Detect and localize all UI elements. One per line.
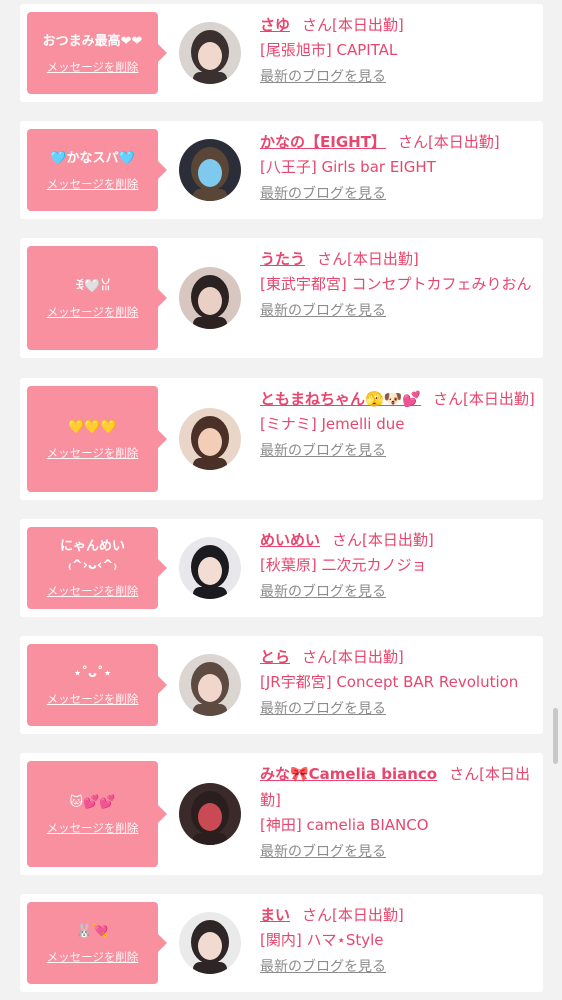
cast-name-link[interactable]: みな🎀Camelia bianco — [260, 765, 437, 783]
message-bubble: ꉂ🤍ꈍ メッセージを削除 — [27, 246, 167, 350]
work-status: さん[本日出勤] — [397, 133, 500, 151]
message-bubble: おつまみ最高❤❤ メッセージを削除 — [27, 12, 167, 94]
work-status: さん[本日出勤] — [332, 531, 434, 549]
message-bubble: ⋆˚ᴗ˚⋆ メッセージを削除 — [27, 644, 167, 726]
message-text: 🐰💘 — [76, 923, 109, 939]
message-card: 🩵かなスパ🩵 メッセージを削除 かなの【EIGHT】 さん[本日出勤] [八王子]… — [20, 121, 543, 219]
message-card: おつまみ最高❤❤ メッセージを削除 さゆ さん[本日出勤] [尾張旭市] CAPI… — [20, 4, 543, 102]
message-card: にゃんめい ₍^›ᴗ‹^₎ メッセージを削除 めいめい さん[本日出勤] [秋葉原… — [20, 519, 543, 617]
cast-info: かなの【EIGHT】 さん[本日出勤] [八王子] Girls bar EIGHT… — [260, 129, 537, 205]
message-bubble: 🐰💘 メッセージを削除 — [27, 902, 167, 984]
shop-name: [JR宇都宮] Concept BAR Revolution — [260, 673, 519, 691]
latest-blog-link[interactable]: 最新のブログを見る — [260, 300, 386, 322]
message-text: ⋆˚ᴗ˚⋆ — [73, 665, 112, 681]
message-card: 💛💛💛 メッセージを削除 ともまねちゃん🫣🐶💕 さん[本日出勤] [ミナミ] Je… — [20, 378, 543, 500]
girl-photo-avatar[interactable] — [179, 408, 241, 470]
shop-name: [関内] ハマ⋆Style — [260, 931, 384, 949]
shop-name: [ミナミ] Jemelli due — [260, 415, 405, 433]
latest-blog-link[interactable]: 最新のブログを見る — [260, 66, 386, 88]
scrollbar[interactable] — [553, 708, 558, 764]
message-text: 🩵かなスパ🩵 — [50, 150, 135, 166]
message-text: おつまみ最高❤❤ — [42, 33, 143, 49]
message-card: ⋆˚ᴗ˚⋆ メッセージを削除 とら さん[本日出勤] [JR宇都宮] Concep… — [20, 636, 543, 734]
message-card: ꉂ🤍ꈍ メッセージを削除 うたう さん[本日出勤] [東武宇都宮] コンセプトカフ… — [20, 238, 543, 358]
girl-photo-avatar[interactable] — [179, 783, 241, 845]
latest-blog-link[interactable]: 最新のブログを見る — [260, 183, 386, 205]
cast-info: まい さん[本日出勤] [関内] ハマ⋆Style 最新のブログを見る — [260, 902, 537, 978]
message-bubble: 🐱💕💕 メッセージを削除 — [27, 761, 167, 867]
cast-name-link[interactable]: さゆ — [260, 16, 290, 34]
latest-blog-link[interactable]: 最新のブログを見る — [260, 956, 386, 978]
girl-photo-avatar[interactable] — [179, 267, 241, 329]
cast-name-link[interactable]: とら — [260, 648, 290, 666]
cast-info: みな🎀Camelia bianco さん[本日出勤] [神田] camelia B… — [260, 761, 537, 863]
cast-name-link[interactable]: かなの【EIGHT】 — [260, 133, 386, 151]
latest-blog-link[interactable]: 最新のブログを見る — [260, 841, 386, 863]
cast-name-link[interactable]: まい — [260, 906, 290, 924]
delete-message-link[interactable]: メッセージを削除 — [47, 691, 139, 707]
message-text: 💛💛💛 — [68, 419, 117, 435]
shop-name: [東武宇都宮] コンセプトカフェみりおん — [260, 275, 532, 293]
shop-name: [秋葉原] 二次元カノジョ — [260, 556, 427, 574]
message-card: 🐱💕💕 メッセージを削除 みな🎀Camelia bianco さん[本日出勤] [… — [20, 753, 543, 875]
cast-info: とら さん[本日出勤] [JR宇都宮] Concept BAR Revolutio… — [260, 644, 537, 720]
cast-info: さゆ さん[本日出勤] [尾張旭市] CAPITAL 最新のブログを見る — [260, 12, 537, 88]
message-bubble: 🩵かなスパ🩵 メッセージを削除 — [27, 129, 167, 211]
delete-message-link[interactable]: メッセージを削除 — [47, 949, 139, 965]
cast-info: ともまねちゃん🫣🐶💕 さん[本日出勤] [ミナミ] Jemelli due 最新の… — [260, 386, 537, 462]
delete-message-link[interactable]: メッセージを削除 — [47, 583, 139, 599]
girl-photo-avatar[interactable] — [179, 912, 241, 974]
message-bubble: にゃんめい ₍^›ᴗ‹^₎ メッセージを削除 — [27, 527, 167, 609]
delete-message-link[interactable]: メッセージを削除 — [47, 304, 139, 320]
message-list-page: おつまみ最高❤❤ メッセージを削除 さゆ さん[本日出勤] [尾張旭市] CAPI… — [0, 0, 562, 1000]
delete-message-link[interactable]: メッセージを削除 — [47, 176, 139, 192]
shop-name: [神田] camelia BIANCO — [260, 816, 429, 834]
cast-name-link[interactable]: ともまねちゃん🫣🐶💕 — [260, 390, 421, 408]
shop-name: [尾張旭市] CAPITAL — [260, 41, 398, 59]
work-status: さん[本日出勤] — [317, 250, 419, 268]
girl-photo-avatar[interactable] — [179, 654, 241, 716]
work-status: さん[本日出勤] — [302, 648, 404, 666]
message-text: にゃんめい ₍^›ᴗ‹^₎ — [59, 539, 125, 573]
cast-info: うたう さん[本日出勤] [東武宇都宮] コンセプトカフェみりおん 最新のブログを… — [260, 246, 537, 322]
work-status: さん[本日出勤] — [302, 906, 404, 924]
latest-blog-link[interactable]: 最新のブログを見る — [260, 698, 386, 720]
cast-name-link[interactable]: うたう — [260, 250, 305, 268]
girl-photo-avatar[interactable] — [179, 22, 241, 84]
message-card: 🐰💘 メッセージを削除 まい さん[本日出勤] [関内] ハマ⋆Style 最新の… — [20, 894, 543, 992]
girl-photo-avatar[interactable] — [179, 139, 241, 201]
message-text: ꉂ🤍ꈍ — [74, 278, 111, 294]
message-bubble: 💛💛💛 メッセージを削除 — [27, 386, 167, 492]
cast-info: めいめい さん[本日出勤] [秋葉原] 二次元カノジョ 最新のブログを見る — [260, 527, 537, 603]
delete-message-link[interactable]: メッセージを削除 — [47, 445, 139, 461]
cast-name-link[interactable]: めいめい — [260, 531, 320, 549]
message-text: 🐱💕💕 — [69, 794, 116, 810]
work-status: さん[本日出勤] — [433, 390, 535, 408]
girl-photo-avatar[interactable] — [179, 537, 241, 599]
latest-blog-link[interactable]: 最新のブログを見る — [260, 581, 386, 603]
shop-name: [八王子] Girls bar EIGHT — [260, 158, 436, 176]
delete-message-link[interactable]: メッセージを削除 — [47, 59, 139, 75]
latest-blog-link[interactable]: 最新のブログを見る — [260, 440, 386, 462]
delete-message-link[interactable]: メッセージを削除 — [47, 820, 139, 836]
work-status: さん[本日出勤] — [302, 16, 404, 34]
